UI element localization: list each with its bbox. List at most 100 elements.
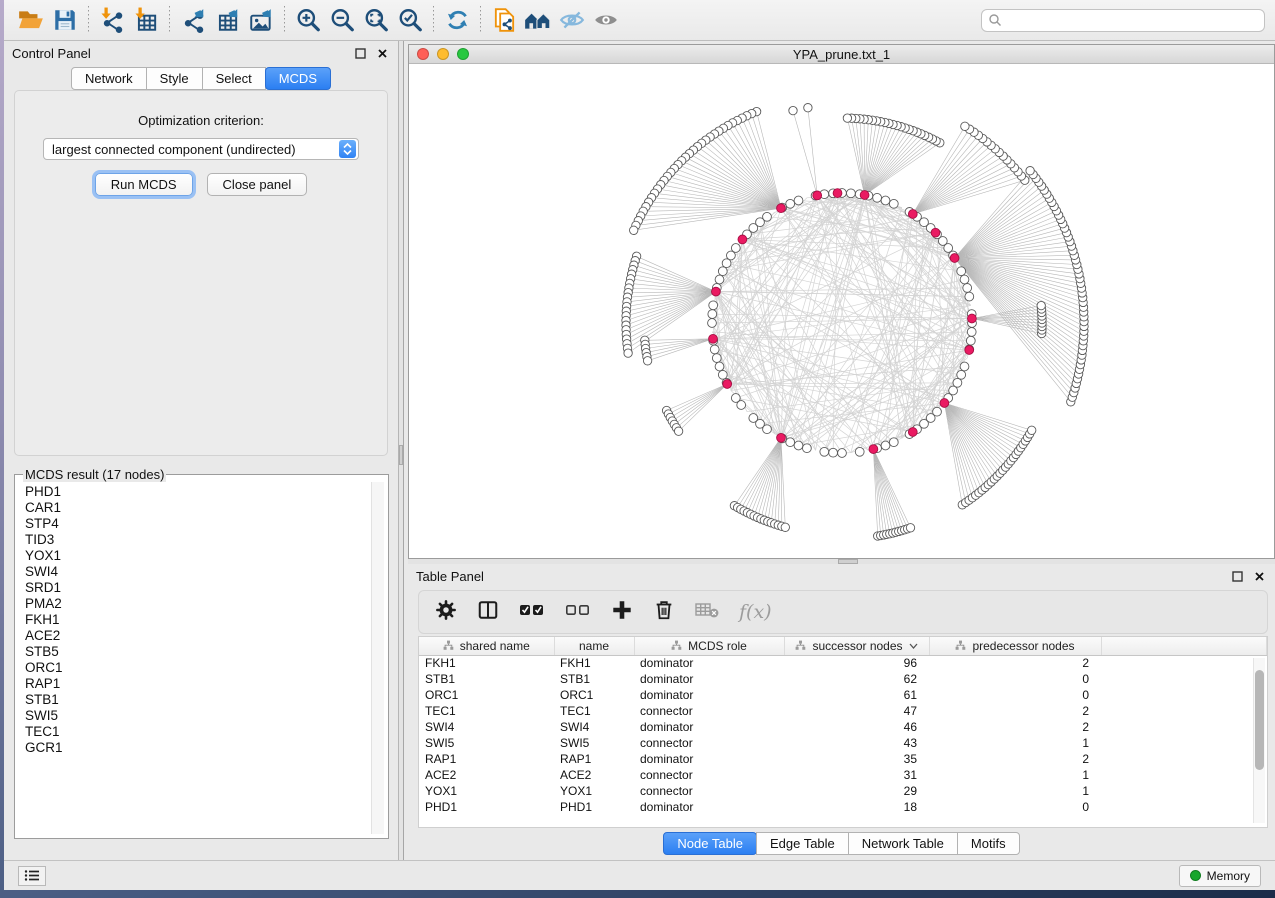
table-cell: 2 <box>929 703 1101 719</box>
tab-network[interactable]: Network <box>71 67 147 90</box>
first-neighbors-button[interactable] <box>521 5 555 35</box>
import-table-button[interactable] <box>129 5 163 35</box>
hide-selected-button[interactable] <box>555 5 589 35</box>
table-cell: 2 <box>929 655 1101 671</box>
mcds-result-item[interactable]: SWI5 <box>25 708 384 724</box>
mcds-result-item[interactable]: TEC1 <box>25 724 384 740</box>
task-history-button[interactable] <box>18 866 46 886</box>
tab-node-table[interactable]: Node Table <box>663 832 757 855</box>
tab-motifs[interactable]: Motifs <box>957 832 1020 855</box>
table-row[interactable]: PHD1PHD1dominator180 <box>419 799 1267 815</box>
search-input[interactable] <box>1002 13 1258 27</box>
show-all-icon <box>592 7 620 33</box>
mcds-result-item[interactable]: ORC1 <box>25 660 384 676</box>
splitter-grabber[interactable] <box>399 445 403 465</box>
column-header-predecessor-nodes[interactable]: predecessor nodes <box>929 637 1101 655</box>
mcds-result-item[interactable]: CAR1 <box>25 500 384 516</box>
tab-network-table[interactable]: Network Table <box>848 832 958 855</box>
tab-edge-table[interactable]: Edge Table <box>756 832 849 855</box>
mcds-result-item[interactable]: YOX1 <box>25 548 384 564</box>
column-header-successor-nodes[interactable]: successor nodes <box>784 637 929 655</box>
zoom-in-button[interactable] <box>291 5 325 35</box>
add-column-button[interactable] <box>611 599 633 626</box>
run-mcds-button[interactable]: Run MCDS <box>95 173 193 196</box>
table-cell: 35 <box>784 751 929 767</box>
table-row[interactable]: YOX1YOX1connector291 <box>419 783 1267 799</box>
control-panel-title: Control Panel <box>12 46 91 61</box>
close-panel-icon[interactable] <box>1251 569 1267 583</box>
network-canvas[interactable] <box>409 64 1274 558</box>
hide-selected-icon <box>558 7 586 33</box>
table-cell: 0 <box>929 671 1101 687</box>
table-cell: 1 <box>929 767 1101 783</box>
save-button[interactable] <box>48 5 82 35</box>
table-row[interactable]: ACE2ACE2connector311 <box>419 767 1267 783</box>
zoom-out-icon <box>329 7 356 33</box>
mcds-result-item[interactable]: SWI4 <box>25 564 384 580</box>
select-all-rows-icon <box>519 601 545 624</box>
column-header-shared-name[interactable]: shared name <box>419 637 554 655</box>
table-row[interactable]: STB1STB1dominator620 <box>419 671 1267 687</box>
deselect-all-rows-button[interactable] <box>565 601 591 624</box>
zoom-in-icon <box>295 7 322 33</box>
table-cell: SWI5 <box>554 735 634 751</box>
table-row[interactable]: FKH1FKH1dominator962 <box>419 655 1267 671</box>
table-row[interactable]: SWI5SWI5connector431 <box>419 735 1267 751</box>
table-cell: connector <box>634 783 784 799</box>
mcds-result-item[interactable]: RAP1 <box>25 676 384 692</box>
mcds-result-item[interactable]: STB1 <box>25 692 384 708</box>
table-panel-header: Table Panel <box>408 564 1275 588</box>
mcds-result-item[interactable]: SRD1 <box>25 580 384 596</box>
close-panel-button[interactable]: Close panel <box>207 173 308 196</box>
mcds-result-item[interactable]: STP4 <box>25 516 384 532</box>
float-window-icon[interactable] <box>1229 569 1245 583</box>
clone-network-button[interactable] <box>487 5 521 35</box>
table-cell: 1 <box>929 735 1101 751</box>
float-window-icon[interactable] <box>352 46 368 60</box>
mcds-result-item[interactable]: ACE2 <box>25 628 384 644</box>
select-all-rows-button[interactable] <box>519 601 545 624</box>
table-row[interactable]: RAP1RAP1dominator352 <box>419 751 1267 767</box>
refresh-button[interactable] <box>440 5 474 35</box>
mcds-result-item[interactable]: PHD1 <box>25 484 384 500</box>
close-panel-icon[interactable] <box>374 46 390 60</box>
criterion-select[interactable]: largest connected component (undirected) <box>43 138 359 160</box>
network-window-titlebar: YPA_prune.txt_1 <box>409 45 1274 64</box>
table-row[interactable]: TEC1TEC1connector472 <box>419 703 1267 719</box>
export-network-button[interactable] <box>176 5 210 35</box>
table-cell: PHD1 <box>554 799 634 815</box>
settings-gear-button[interactable] <box>435 599 457 626</box>
export-table-button[interactable] <box>210 5 244 35</box>
control-panel-header: Control Panel <box>4 41 398 65</box>
import-network-button[interactable] <box>95 5 129 35</box>
table-row[interactable]: SWI4SWI4dominator462 <box>419 719 1267 735</box>
show-all-button[interactable] <box>589 5 623 35</box>
satellite-nodes[interactable] <box>622 104 1088 541</box>
import-table-icon <box>133 7 160 33</box>
mcds-result-item[interactable]: PMA2 <box>25 596 384 612</box>
table-cell: connector <box>634 703 784 719</box>
result-scrollbar[interactable] <box>371 482 384 834</box>
column-header-name[interactable]: name <box>554 637 634 655</box>
mcds-result-item[interactable]: STB5 <box>25 644 384 660</box>
open-file-button[interactable] <box>14 5 48 35</box>
zoom-out-button[interactable] <box>325 5 359 35</box>
zoom-fit-button[interactable] <box>359 5 393 35</box>
column-header-MCDS-role[interactable]: MCDS role <box>634 637 784 655</box>
export-image-button[interactable] <box>244 5 278 35</box>
table-scrollbar-thumb[interactable] <box>1255 670 1264 770</box>
tab-mcds[interactable]: MCDS <box>265 67 331 90</box>
table-cell: ACE2 <box>419 767 554 783</box>
split-columns-button[interactable] <box>477 599 499 626</box>
memory-button[interactable]: Memory <box>1179 865 1261 887</box>
mcds-result-item[interactable]: TID3 <box>25 532 384 548</box>
tab-select[interactable]: Select <box>202 67 266 90</box>
delete-column-button[interactable] <box>653 599 675 626</box>
tab-style[interactable]: Style <box>146 67 203 90</box>
memory-label: Memory <box>1207 869 1250 883</box>
mcds-result-item[interactable]: GCR1 <box>25 740 384 756</box>
mcds-result-item[interactable]: FKH1 <box>25 612 384 628</box>
table-row[interactable]: ORC1ORC1dominator610 <box>419 687 1267 703</box>
toolbar-separator <box>284 6 285 34</box>
zoom-selected-button[interactable] <box>393 5 427 35</box>
